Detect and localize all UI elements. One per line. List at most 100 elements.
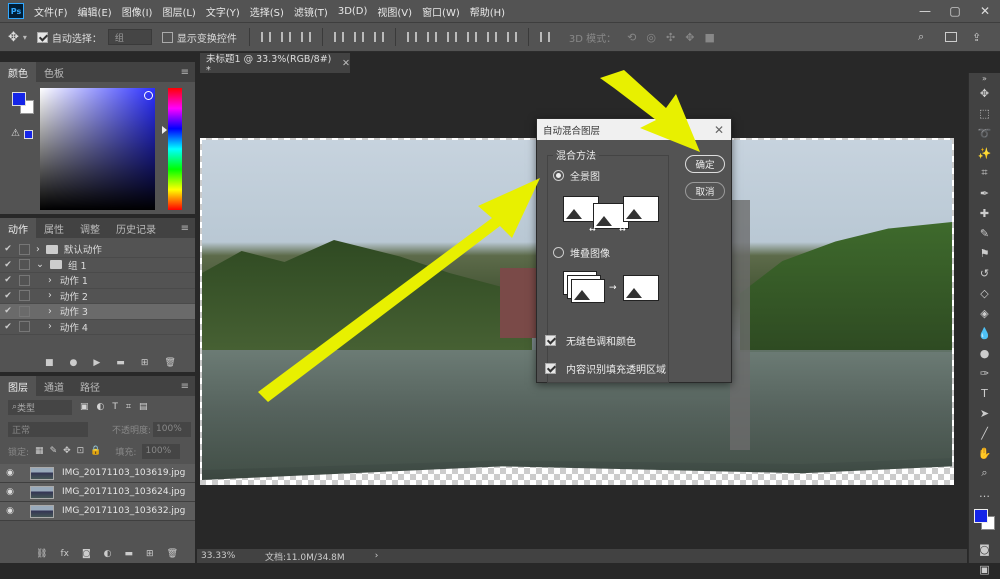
filter-smart-icon[interactable]: ▤ xyxy=(139,402,148,412)
chevron-down-icon[interactable]: ⌄ xyxy=(36,259,44,270)
chevron-right-icon[interactable]: › xyxy=(48,275,52,286)
blend-mode-dropdown[interactable]: 正常 xyxy=(8,421,88,437)
dialog-toggle-box[interactable] xyxy=(19,305,30,317)
healing-brush-tool-icon[interactable]: ✚ xyxy=(969,203,1000,223)
menu-view[interactable]: 视图(V) xyxy=(377,4,412,19)
trash-icon[interactable]: 🗑 xyxy=(164,358,175,368)
panel-menu-icon[interactable]: ≡ xyxy=(181,223,189,234)
clone-stamp-tool-icon[interactable]: ⚑ xyxy=(969,243,1000,263)
menu-window[interactable]: 窗口(W) xyxy=(422,4,460,19)
tab-swatches[interactable]: 色板 xyxy=(36,62,72,82)
filter-adjust-icon[interactable]: ◐ xyxy=(97,402,105,412)
group-icon[interactable]: ▬ xyxy=(125,549,134,559)
close-window-button[interactable]: ✕ xyxy=(970,0,1000,22)
menu-3d[interactable]: 3D(D) xyxy=(338,6,368,17)
tab-adjustments[interactable]: 调整 xyxy=(72,218,108,238)
menu-edit[interactable]: 编辑(E) xyxy=(78,4,112,19)
color-picker-marker[interactable] xyxy=(144,91,153,100)
eye-icon[interactable]: ◉ xyxy=(0,506,20,516)
panorama-option[interactable]: 全景图 xyxy=(553,168,600,183)
move-tool-icon[interactable]: ✥ xyxy=(969,83,1000,103)
filter-pixel-icon[interactable]: ▣ xyxy=(80,402,89,412)
zoom-tool-icon[interactable]: ⌕ xyxy=(969,463,1000,483)
align-hcenter-icon[interactable] xyxy=(353,32,364,42)
lock-all-icon[interactable]: 🔒 xyxy=(90,446,101,456)
content-aware-fill-checkbox[interactable] xyxy=(545,363,556,374)
distribute-top-icon[interactable] xyxy=(406,32,417,42)
layer-row[interactable]: ◉ IMG_20171103_103624.jpg xyxy=(0,483,195,502)
collapse-icon[interactable]: » xyxy=(969,73,1000,83)
checkmark-icon[interactable]: ✔ xyxy=(0,260,16,270)
stack-radio[interactable] xyxy=(553,247,564,258)
color-field[interactable] xyxy=(40,88,155,210)
lock-artboard-icon[interactable]: ⊡ xyxy=(77,446,85,456)
tab-actions[interactable]: 动作 xyxy=(0,218,36,238)
blur-tool-icon[interactable]: 💧 xyxy=(969,323,1000,343)
stop-icon[interactable]: ■ xyxy=(45,358,54,368)
minimize-button[interactable]: — xyxy=(910,0,940,22)
menu-layer[interactable]: 图层(L) xyxy=(162,4,195,19)
filter-type-icon[interactable]: T xyxy=(112,402,118,412)
seamless-tones-checkbox[interactable] xyxy=(545,335,556,346)
chevron-right-icon[interactable]: › xyxy=(36,244,40,255)
play-icon[interactable]: ▶ xyxy=(93,358,100,368)
adjustment-icon[interactable]: ◐ xyxy=(104,549,112,559)
zoom-level[interactable]: 33.33% xyxy=(201,551,265,561)
eye-icon[interactable]: ◉ xyxy=(0,468,20,478)
menu-filter[interactable]: 滤镜(T) xyxy=(294,4,328,19)
search-icon[interactable]: ⌕ xyxy=(918,30,924,44)
restore-button[interactable]: ▢ xyxy=(940,0,970,22)
chevron-right-icon[interactable]: › xyxy=(48,306,52,317)
chevron-right-icon[interactable]: › xyxy=(48,321,52,332)
magic-wand-tool-icon[interactable]: ✨ xyxy=(969,143,1000,163)
mask-icon[interactable]: ◙ xyxy=(82,549,91,559)
3d-orbit-icon[interactable]: ⟲ xyxy=(627,31,636,44)
record-icon[interactable]: ● xyxy=(70,358,78,368)
chevron-right-icon[interactable]: › xyxy=(375,551,379,561)
link-icon[interactable]: ⛓ xyxy=(36,549,47,559)
3d-slide-icon[interactable]: ✥ xyxy=(685,31,694,44)
tab-paths[interactable]: 路径 xyxy=(72,376,108,396)
checkmark-icon[interactable]: ✔ xyxy=(0,306,16,316)
websafe-swatch[interactable] xyxy=(24,130,33,139)
checkmark-icon[interactable]: ✔ xyxy=(0,275,16,285)
align-left-icon[interactable] xyxy=(333,32,344,42)
more-tools-icon[interactable]: … xyxy=(969,483,1000,503)
action-set-row[interactable]: ✔ ⌄ 组 1 xyxy=(0,258,195,273)
marquee-tool-icon[interactable]: ⬚ xyxy=(969,103,1000,123)
new-layer-icon[interactable]: ⊞ xyxy=(146,549,154,559)
workspace-icon[interactable] xyxy=(945,32,957,42)
close-icon[interactable]: ✕ xyxy=(714,123,724,137)
show-transform-checkbox[interactable] xyxy=(161,31,173,43)
hand-tool-icon[interactable]: ✋ xyxy=(969,443,1000,463)
tab-color[interactable]: 颜色 xyxy=(0,62,36,82)
hue-slider-handle[interactable] xyxy=(162,126,167,134)
foreground-color-swatch[interactable] xyxy=(12,92,26,106)
line-tool-icon[interactable]: ╱ xyxy=(969,423,1000,443)
3d-roll-icon[interactable]: ◎ xyxy=(646,31,656,44)
tab-channels[interactable]: 通道 xyxy=(36,376,72,396)
lock-position-icon[interactable]: ✥ xyxy=(63,446,71,456)
document-tab[interactable]: 未标题1 @ 33.3%(RGB/8#) * ✕ xyxy=(200,53,350,76)
checkmark-icon[interactable]: ✔ xyxy=(0,322,16,332)
dialog-toggle-box[interactable] xyxy=(19,290,30,302)
seamless-tones-option[interactable]: 无缝色调和颜色 xyxy=(545,333,636,348)
hue-slider[interactable] xyxy=(168,88,182,210)
checkmark-icon[interactable]: ✔ xyxy=(0,291,16,301)
path-selection-tool-icon[interactable]: ➤ xyxy=(969,403,1000,423)
pen-tool-icon[interactable]: ✑ xyxy=(969,363,1000,383)
filter-shape-icon[interactable]: ⌗ xyxy=(126,402,131,412)
quick-mask-icon[interactable]: ◙ xyxy=(969,539,1000,559)
close-tab-icon[interactable]: ✕ xyxy=(342,58,350,69)
eyedropper-tool-icon[interactable]: ✒ xyxy=(969,183,1000,203)
action-row[interactable]: ✔ › 动作 4 xyxy=(0,320,195,335)
panel-menu-icon[interactable]: ≡ xyxy=(181,381,189,392)
foreground-color-swatch[interactable] xyxy=(974,509,988,523)
lasso-tool-icon[interactable]: ➰ xyxy=(969,123,1000,143)
tab-layers[interactable]: 图层 xyxy=(0,376,36,396)
fill-field[interactable]: 100% xyxy=(142,443,181,459)
type-tool-icon[interactable]: T xyxy=(969,383,1000,403)
share-icon[interactable]: ⇪ xyxy=(972,31,981,44)
dodge-tool-icon[interactable]: ● xyxy=(969,343,1000,363)
chevron-right-icon[interactable]: › xyxy=(48,290,52,301)
